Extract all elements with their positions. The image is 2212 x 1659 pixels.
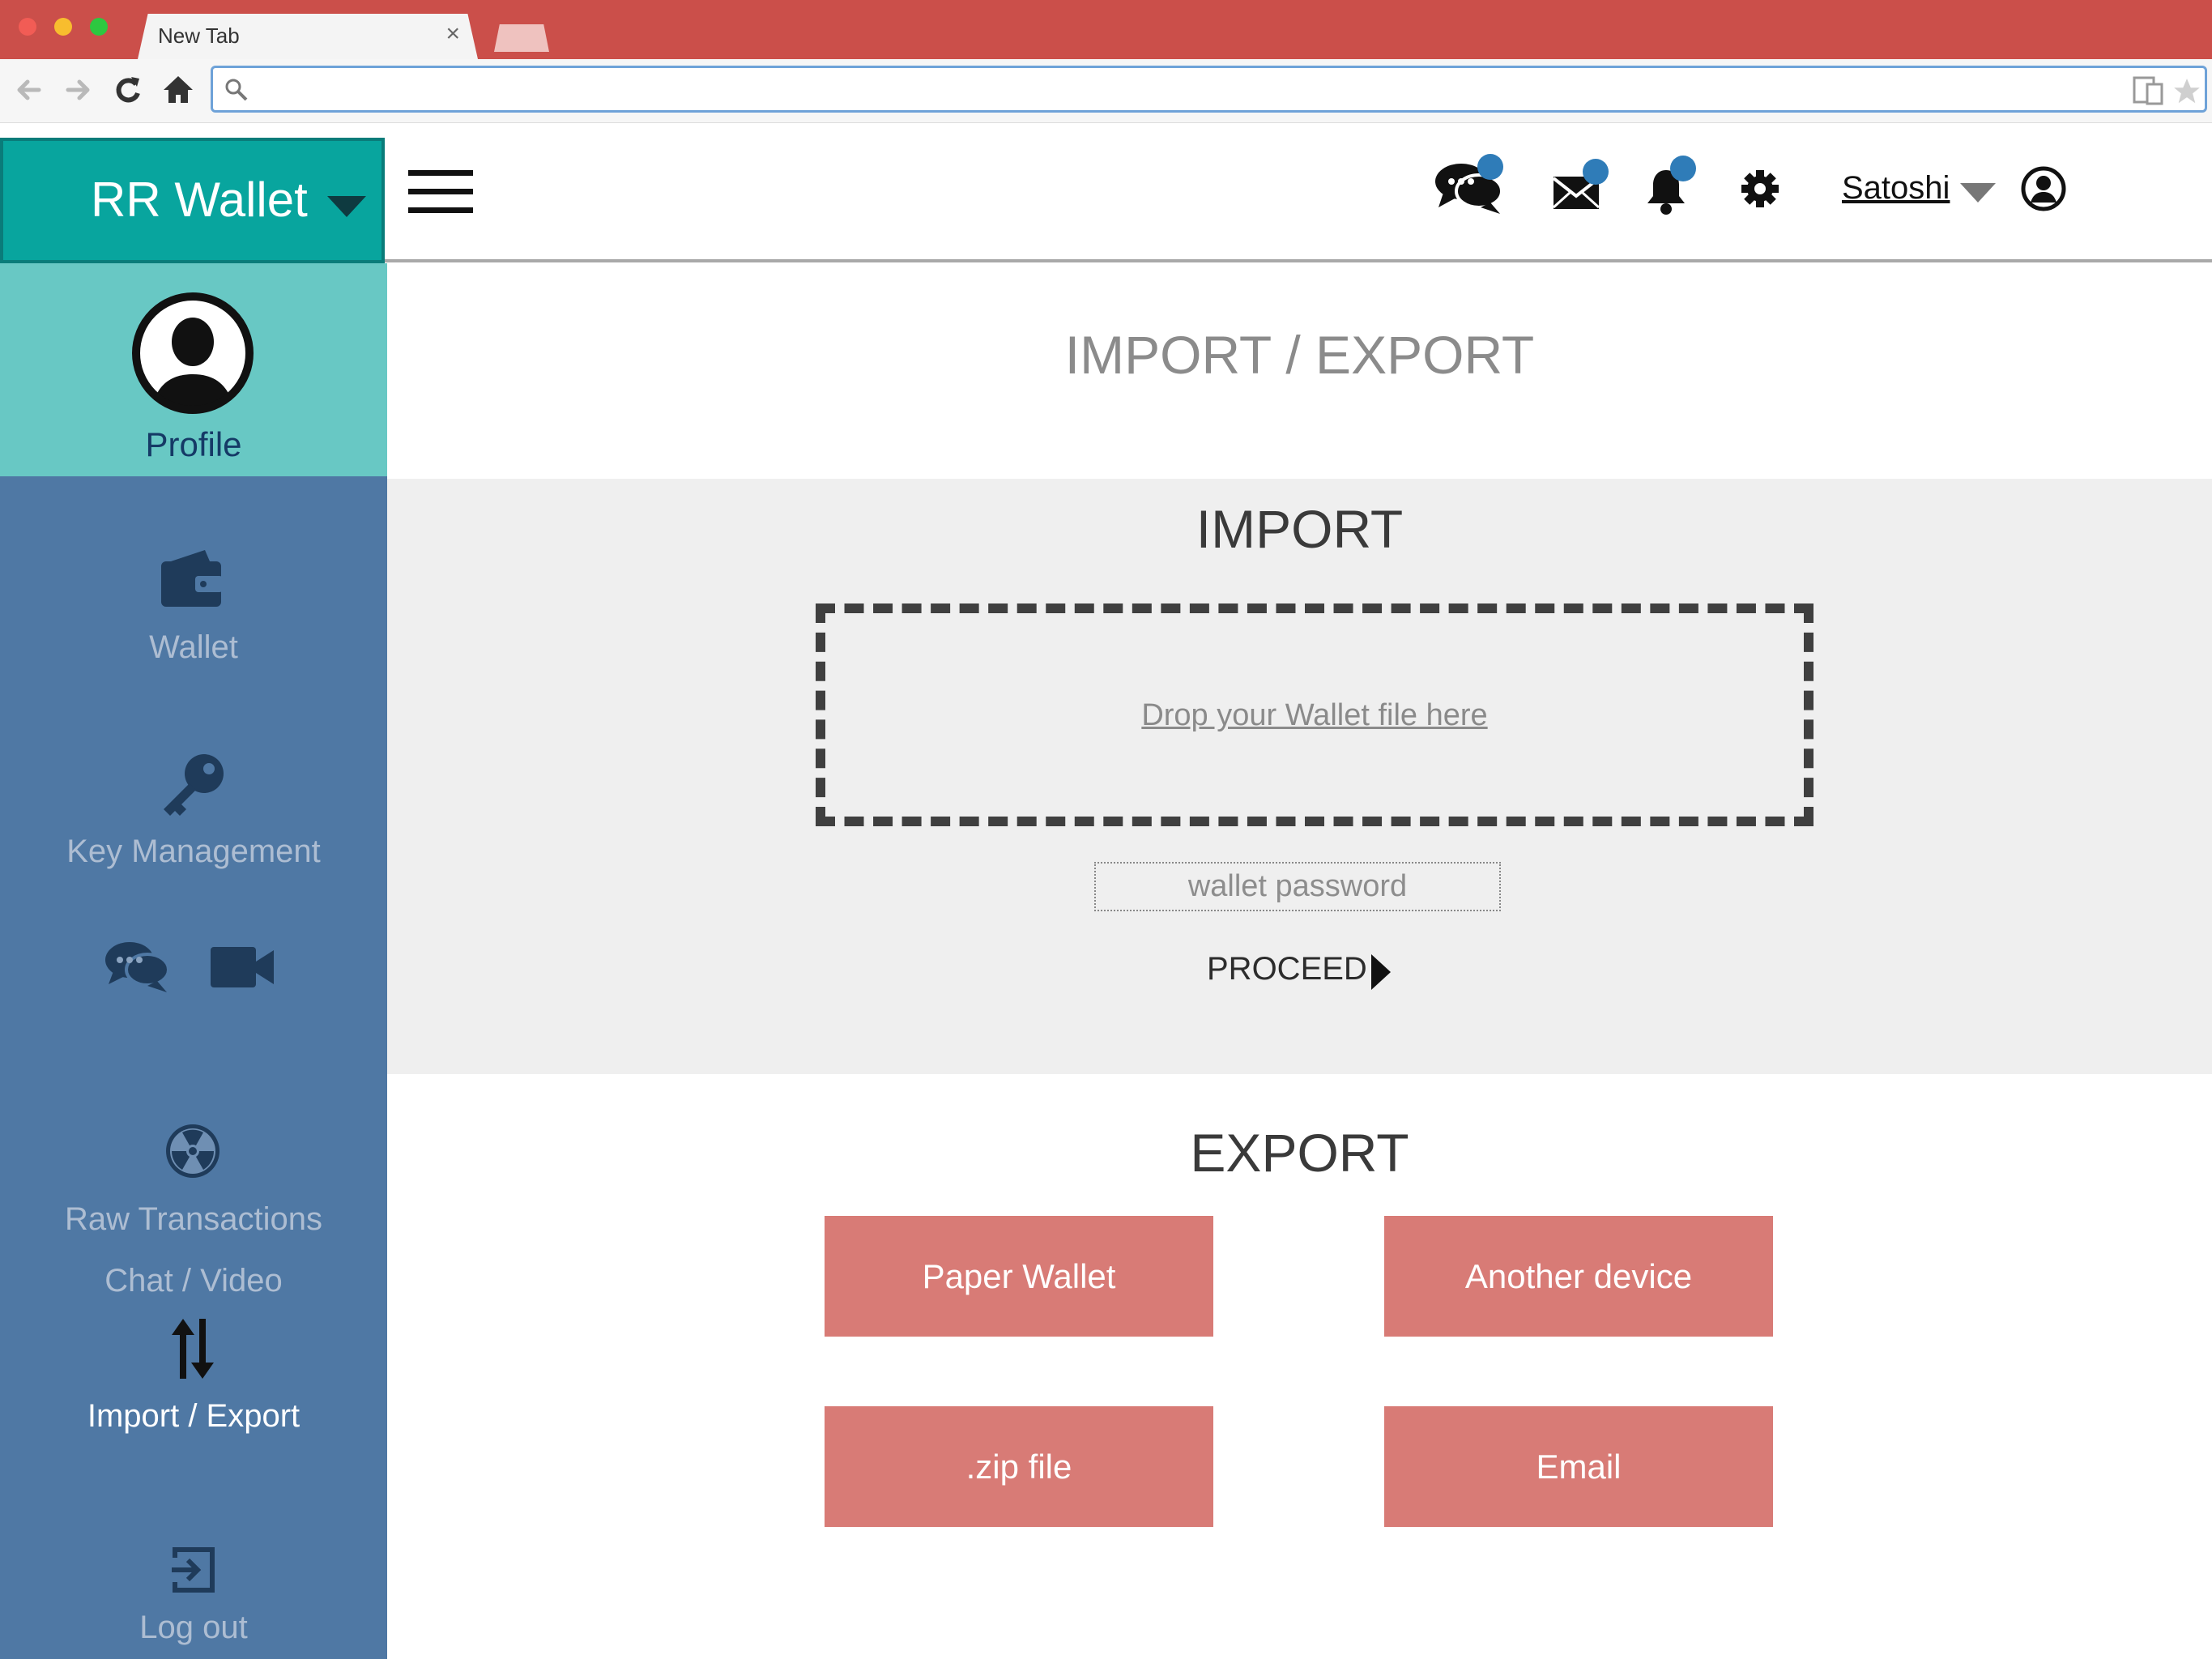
sidebar-item-label: Chat / Video: [104, 1263, 283, 1299]
gear-icon[interactable]: [1740, 168, 1780, 209]
sidebar-item-raw-transactions[interactable]: Raw Transactions: [0, 1114, 387, 1260]
address-bar[interactable]: [211, 66, 2207, 113]
brand-title: RR Wallet: [91, 173, 308, 227]
alerts-badge: [1670, 156, 1696, 181]
search-icon: [225, 79, 248, 101]
chat-badge: [1477, 154, 1503, 180]
tab-title: New Tab: [158, 23, 240, 48]
dropzone-text[interactable]: Drop your Wallet file here: [825, 698, 1804, 733]
back-arrow-icon[interactable]: [11, 72, 47, 108]
avatar-icon: [132, 292, 254, 414]
export-heading: EXPORT: [1190, 1123, 1409, 1183]
play-arrow-icon: [1371, 954, 1391, 990]
page-title: IMPORT / EXPORT: [1064, 325, 1535, 385]
profile-label: Profile: [145, 425, 242, 463]
bookmark-star-icon[interactable]: [2172, 76, 2202, 107]
wallet-password-field[interactable]: [1094, 862, 1501, 911]
video-camera-icon: [211, 947, 274, 987]
chevron-down-icon: [327, 196, 366, 217]
browser-tab[interactable]: New Tab ×: [138, 14, 478, 59]
sidebar: Profile Wallet Key Management Chat / Vid…: [0, 263, 387, 1659]
export-email-button[interactable]: Email: [1384, 1406, 1773, 1527]
close-window-button[interactable]: [19, 18, 36, 36]
export-another-device-button[interactable]: Another device: [1384, 1216, 1773, 1337]
export-paper-wallet-button[interactable]: Paper Wallet: [825, 1216, 1213, 1337]
proceed-label: PROCEED: [1207, 951, 1367, 987]
sidebar-item-wallet[interactable]: Wallet: [0, 539, 387, 668]
tab-close-button[interactable]: ×: [445, 20, 460, 48]
forward-arrow-icon[interactable]: [60, 72, 96, 108]
user-circle-icon[interactable]: [2020, 165, 2067, 212]
chat-bubbles-icon: [105, 942, 170, 992]
wallet-icon: [161, 550, 223, 607]
export-zip-file-button[interactable]: .zip file: [825, 1406, 1213, 1527]
maximize-window-button[interactable]: [90, 18, 108, 36]
sidebar-item-label: Raw Transactions: [65, 1201, 322, 1237]
hamburger-menu-icon[interactable]: [408, 170, 473, 214]
sidebar-item-label: Import / Export: [87, 1398, 300, 1434]
wallet-file-dropzone[interactable]: Drop your Wallet file here: [816, 603, 1813, 826]
user-menu-chevron-icon[interactable]: [1960, 183, 1996, 203]
reload-icon[interactable]: [110, 72, 146, 108]
home-icon[interactable]: [160, 72, 196, 108]
sidebar-item-label: Log out: [139, 1610, 248, 1645]
radiation-icon: [166, 1124, 219, 1178]
sidebar-item-label: Key Management: [66, 834, 321, 869]
browser-titlebar: New Tab ×: [0, 0, 2212, 59]
new-tab-button[interactable]: [494, 24, 549, 52]
mail-badge: [1583, 159, 1609, 185]
header-divider: [385, 259, 2212, 262]
reader-view-icon[interactable]: [2133, 76, 2165, 105]
browser-toolbar: [0, 59, 2212, 123]
import-export-icon: [172, 1319, 214, 1379]
chat-notifications-button[interactable]: [1434, 154, 1515, 219]
sidebar-item-logout[interactable]: Log out: [0, 1543, 387, 1659]
alerts-button[interactable]: [1644, 156, 1709, 220]
sidebar-item-label: Wallet: [149, 629, 238, 665]
brand-menu[interactable]: RR Wallet: [0, 138, 385, 263]
sidebar-item-profile[interactable]: Profile: [0, 263, 387, 476]
sidebar-item-key-management[interactable]: Key Management: [0, 741, 387, 871]
sidebar-item-import-export[interactable]: Import / Export: [0, 1312, 387, 1450]
import-heading: IMPORT: [1196, 499, 1404, 559]
key-icon: [164, 754, 224, 816]
url-input[interactable]: [258, 73, 2125, 107]
sidebar-item-chat-video[interactable]: Chat / Video: [0, 936, 387, 1299]
minimize-window-button[interactable]: [54, 18, 72, 36]
user-name-link[interactable]: Satoshi: [1842, 170, 1950, 207]
mail-notifications-button[interactable]: [1547, 159, 1620, 215]
logout-icon: [172, 1547, 215, 1593]
